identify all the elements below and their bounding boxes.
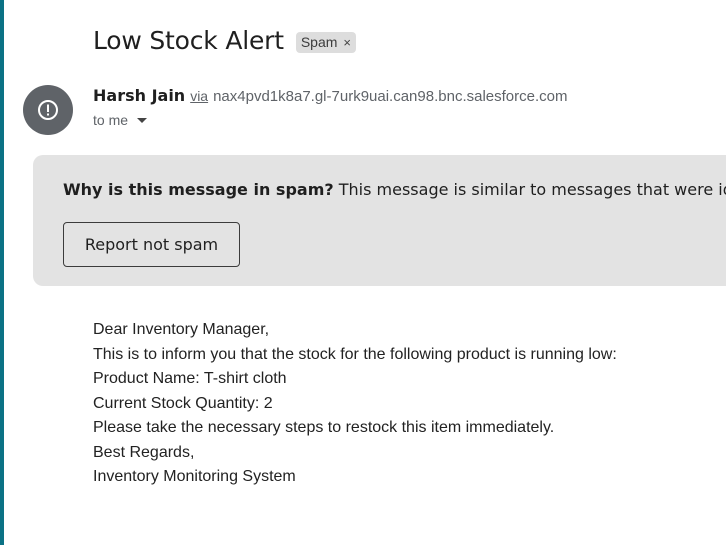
sender-name[interactable]: Harsh Jain bbox=[93, 86, 185, 105]
sender-block: Harsh Jain via nax4pvd1k8a7.gl-7urk9uai.… bbox=[93, 86, 567, 128]
email-view: Low Stock Alert Spam × Harsh Jain via na… bbox=[0, 0, 726, 545]
spam-reason-question: Why is this message in spam? bbox=[63, 180, 334, 199]
body-line-signature: Inventory Monitoring System bbox=[93, 468, 296, 485]
body-line-product: Product Name: T-shirt cloth bbox=[93, 370, 287, 387]
sender-avatar[interactable] bbox=[23, 85, 73, 135]
body-line-signoff: Best Regards, bbox=[93, 443, 195, 461]
window-edge-accent bbox=[0, 0, 4, 545]
spam-warning-banner: Why is this message in spam? This messag… bbox=[33, 155, 726, 286]
recipient-line: to me bbox=[93, 112, 567, 128]
subject-row: Low Stock Alert Spam × bbox=[93, 26, 356, 55]
sender-line: Harsh Jain via nax4pvd1k8a7.gl-7urk9uai.… bbox=[93, 86, 567, 105]
email-subject: Low Stock Alert bbox=[93, 26, 284, 55]
alert-circle-icon bbox=[38, 100, 58, 120]
email-body: Dear Inventory Manager, This is to infor… bbox=[93, 318, 617, 490]
via-link[interactable]: via bbox=[190, 88, 208, 104]
sender-address: nax4pvd1k8a7.gl-7urk9uai.can98.bnc.sales… bbox=[213, 88, 568, 105]
report-not-spam-button[interactable]: Report not spam bbox=[63, 222, 240, 267]
body-line-intro: This is to inform you that the stock for… bbox=[93, 345, 617, 363]
spam-label-text: Spam bbox=[300, 34, 338, 50]
spam-reason-explanation: This message is similar to messages that… bbox=[338, 180, 726, 199]
body-line-request: Please take the necessary steps to resto… bbox=[93, 419, 555, 436]
body-line-quantity: Current Stock Quantity: 2 bbox=[93, 394, 273, 412]
recipient-label: to me bbox=[93, 112, 129, 128]
body-line-greeting: Dear Inventory Manager, bbox=[93, 321, 270, 338]
chevron-down-icon[interactable] bbox=[137, 117, 148, 123]
spam-label-chip[interactable]: Spam × bbox=[295, 32, 356, 53]
remove-label-icon[interactable]: × bbox=[343, 35, 351, 50]
spam-reason-line: Why is this message in spam? This messag… bbox=[63, 180, 726, 199]
